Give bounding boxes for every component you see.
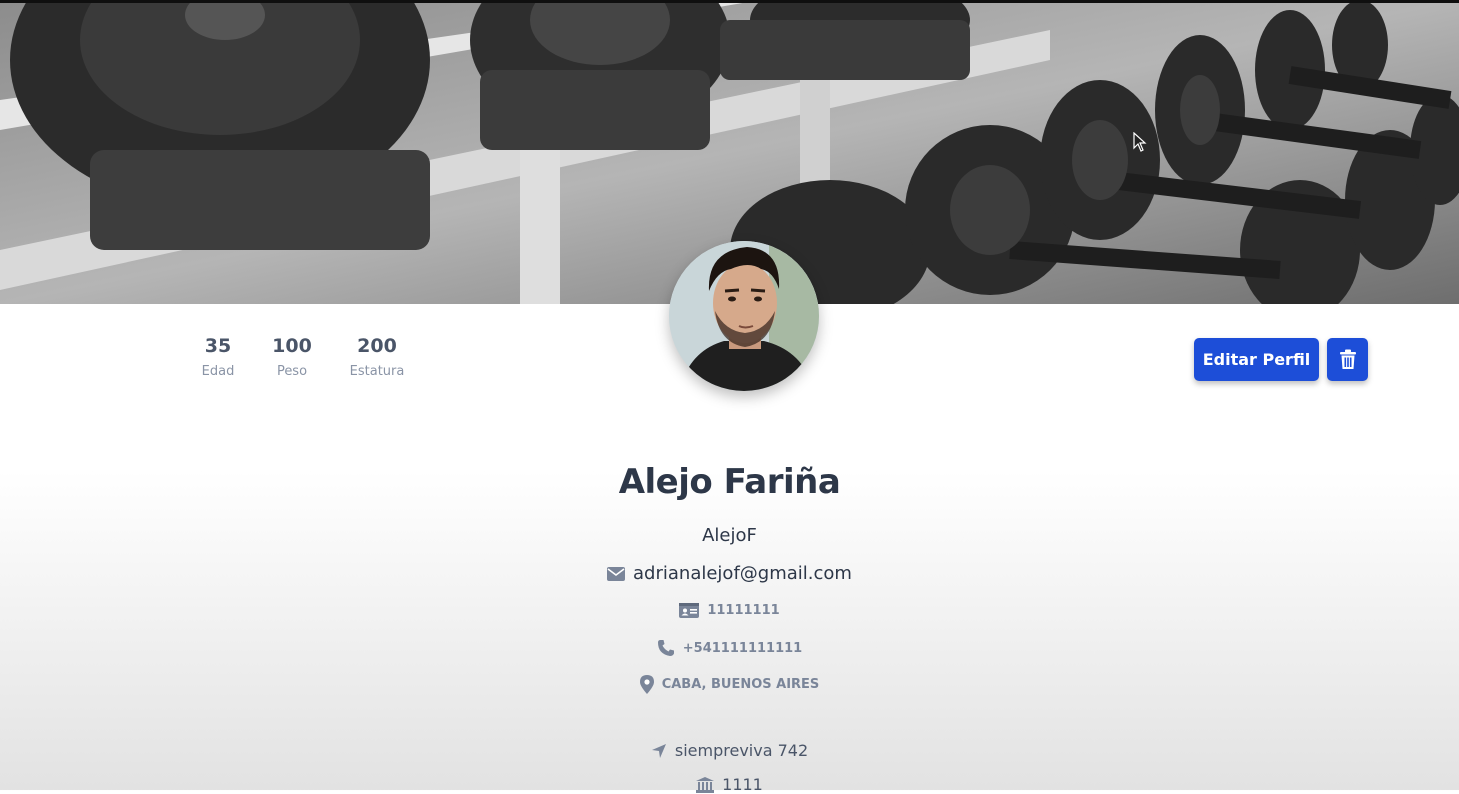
profile-address-row: siempreviva 742 [0, 741, 1459, 760]
profile-location: CABA, BUENOS AIRES [661, 677, 820, 692]
stat-height: 200 Estatura [341, 334, 413, 382]
location-arrow-icon [651, 743, 667, 759]
stat-age-value: 35 [204, 335, 232, 357]
profile-email-row: adrianalejof@gmail.com [0, 563, 1459, 584]
profile-postal: 1111 [722, 775, 763, 794]
stat-age-label: Edad [201, 364, 235, 379]
delete-profile-button[interactable] [1327, 338, 1368, 381]
profile-username: AlejoF [702, 525, 757, 546]
stat-weight-value: 100 [272, 335, 312, 357]
phone-icon [657, 639, 675, 657]
stat-weight-label: Peso [276, 364, 308, 379]
profile-postal-row: 1111 [0, 775, 1459, 794]
stat-height-label: Estatura [349, 364, 405, 379]
profile-location-row: CABA, BUENOS AIRES [0, 675, 1459, 694]
mouse-cursor-icon [1133, 132, 1147, 152]
edit-profile-button[interactable]: Editar Perfil [1194, 338, 1319, 381]
stat-height-value: 200 [357, 335, 397, 357]
trash-icon [1339, 349, 1356, 369]
profile-name: Alejo Fariña [618, 462, 841, 502]
envelope-icon [607, 566, 626, 581]
profile-email: adrianalejof@gmail.com [633, 563, 852, 584]
id-card-icon [679, 603, 700, 618]
profile-phone: +541111111111 [682, 640, 803, 656]
stat-age: 35 Edad [193, 334, 243, 382]
stat-weight: 100 Peso [262, 334, 322, 382]
map-pin-icon [639, 675, 654, 694]
profile-dni-row: 11111111 [0, 603, 1459, 618]
avatar [669, 241, 819, 391]
profile-phone-row: +541111111111 [0, 639, 1459, 657]
profile-address: siempreviva 742 [674, 741, 809, 760]
profile-dni: 11111111 [707, 603, 780, 618]
bank-icon [696, 776, 715, 793]
